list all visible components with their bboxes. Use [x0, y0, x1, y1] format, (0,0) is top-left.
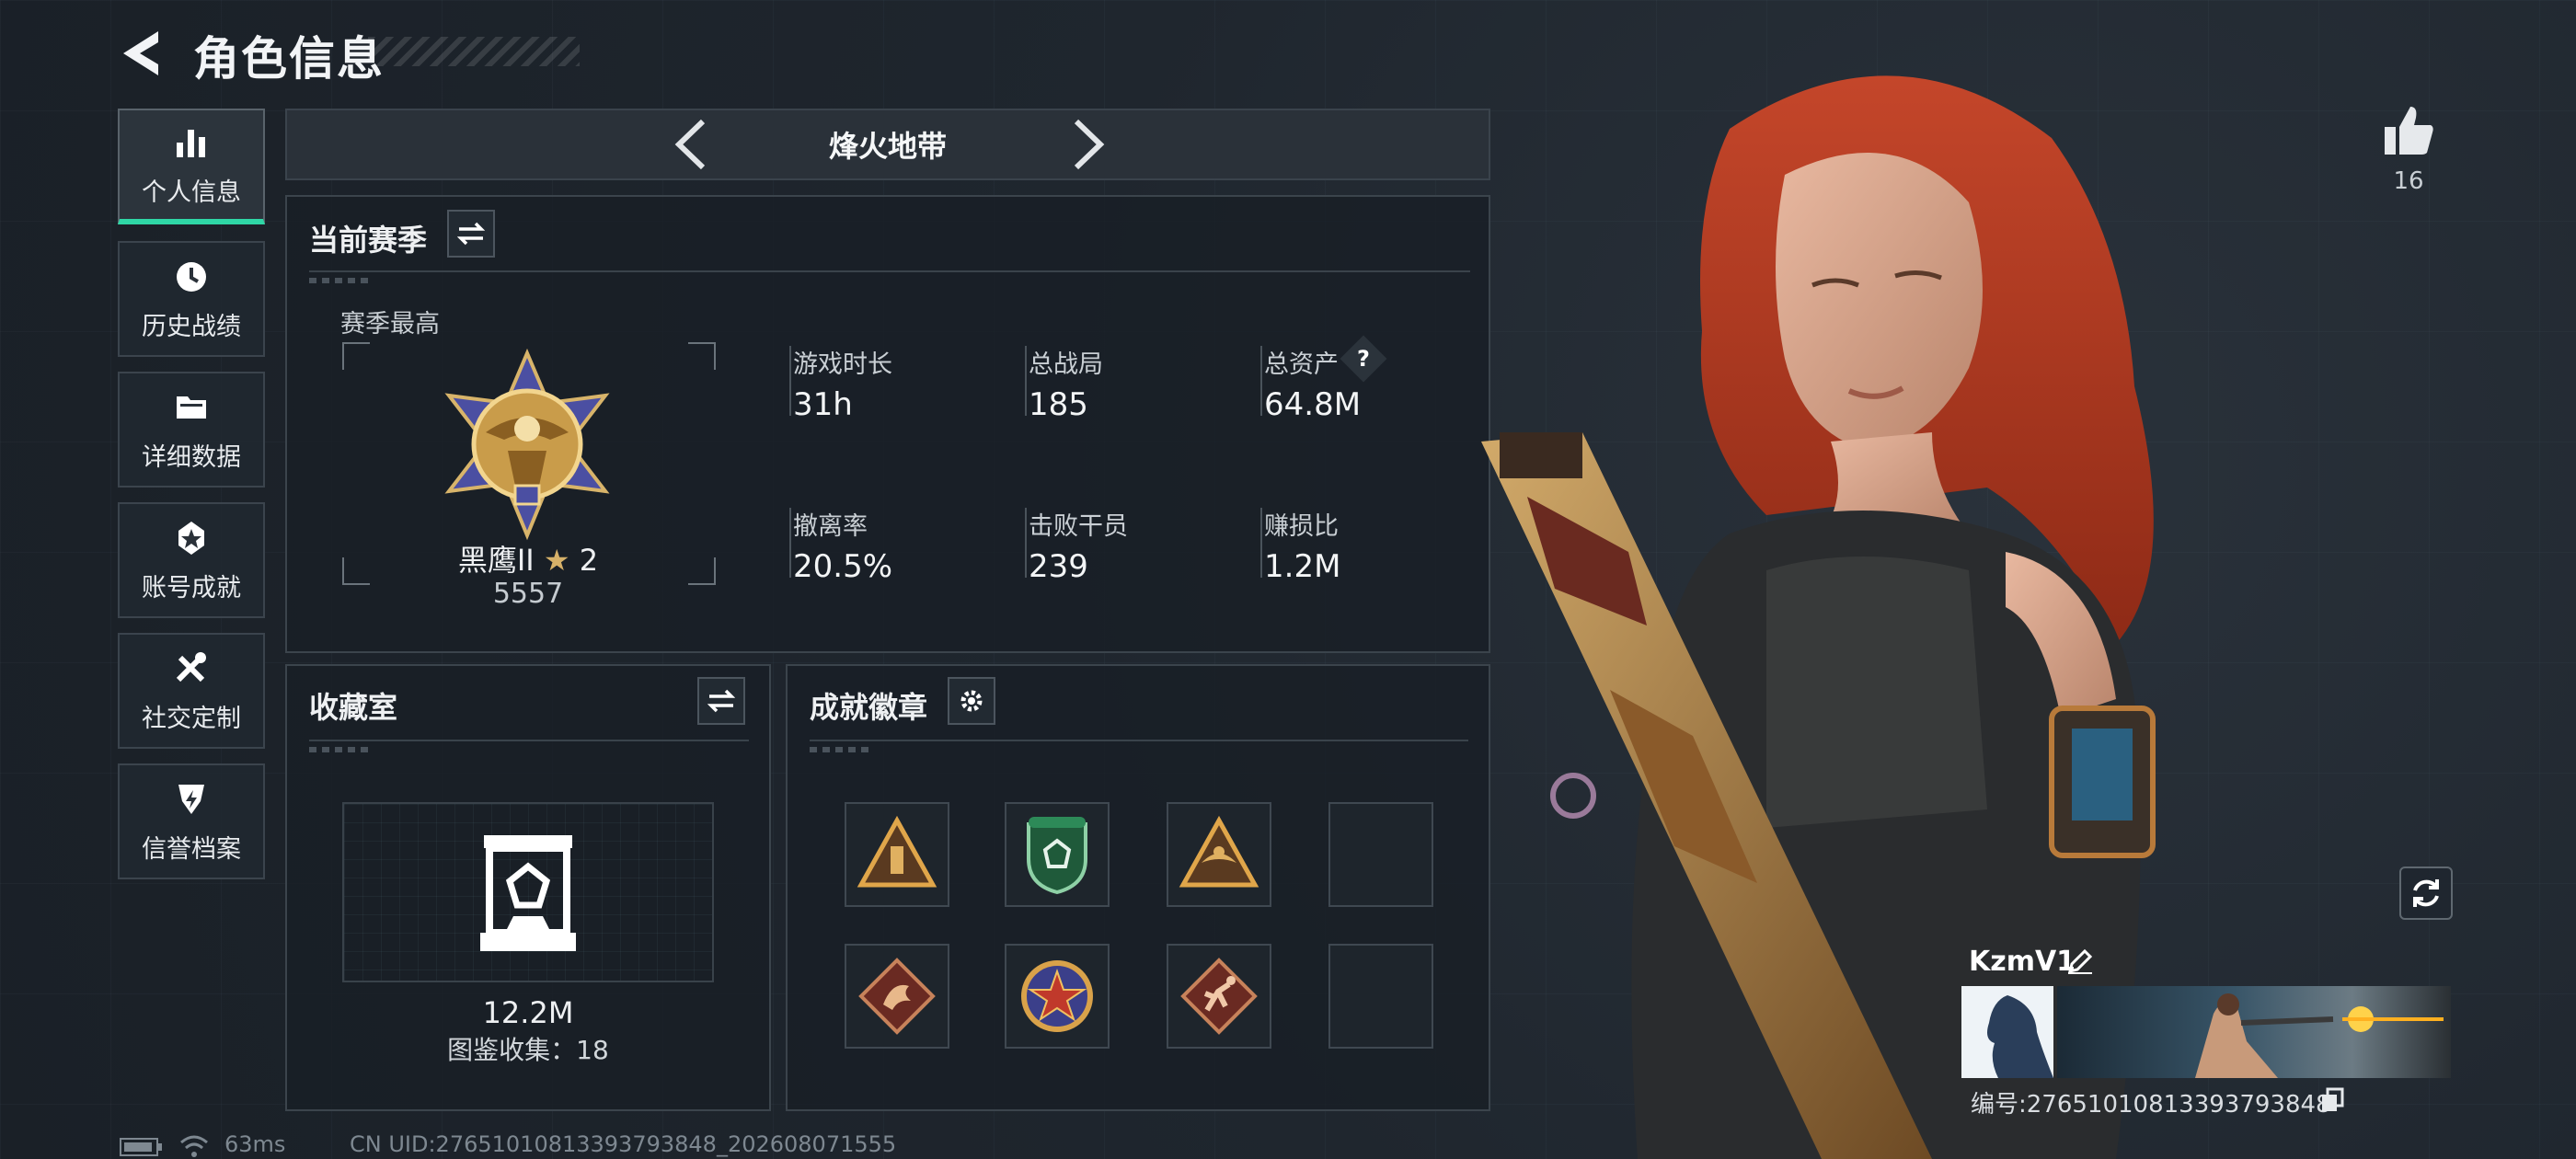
collection-divider	[309, 740, 749, 741]
mode-selector-label: 烽火地带	[828, 129, 947, 164]
player-name: KzmV1	[1969, 946, 2076, 978]
sidebar-item-history[interactable]: 历史战绩	[118, 241, 265, 357]
frame-corner	[688, 342, 716, 370]
badge-slot-5[interactable]	[845, 944, 949, 1049]
stat-label-total-matches: 总战局	[1029, 350, 1103, 379]
sidebar-item-label: 历史战绩	[142, 312, 241, 341]
history-clock-icon	[177, 261, 206, 292]
bar-chart-icon	[177, 129, 205, 157]
folder-icon	[177, 396, 206, 419]
like-thumbs-up-icon[interactable]	[2379, 101, 2438, 160]
stat-separator	[1025, 508, 1027, 578]
page-title: 角色信息	[193, 32, 385, 86]
divider-marker	[309, 278, 374, 283]
season-switch-button[interactable]	[447, 210, 495, 258]
player-id: 编号:2765101081339379384​8	[1971, 1085, 2331, 1119]
sidebar-item-personal-info[interactable]: 个人信息	[118, 109, 265, 224]
gear-icon	[960, 690, 983, 712]
copy-icon[interactable]	[2320, 1087, 2344, 1113]
prev-mode-chevron-left-icon[interactable]	[664, 116, 719, 173]
sidebar-item-social[interactable]: 社交定制	[118, 633, 265, 749]
edit-name-pencil-icon[interactable]	[2066, 947, 2094, 975]
swap-arrows-icon	[707, 689, 735, 713]
tools-icon	[176, 651, 206, 682]
sidebar-item-label: 社交定制	[142, 704, 241, 733]
stat-label-playtime: 游戏时长	[793, 350, 892, 379]
back-arrow-icon[interactable]	[118, 28, 166, 79]
divider-marker	[810, 747, 874, 752]
triangle-eagle-badge-icon	[1179, 815, 1259, 888]
season-title: 当前赛季	[309, 223, 428, 258]
avatar-silhouette-icon	[1987, 995, 2053, 1078]
rank-name-row: 黑鹰II ★ 2	[342, 537, 714, 580]
achievements-settings-button[interactable]	[948, 677, 995, 725]
achievements-title: 成就徽章	[810, 690, 928, 725]
sidebar-item-credit[interactable]: 信誉档案	[118, 763, 265, 879]
refresh-button[interactable]	[2399, 866, 2453, 920]
stat-label-extract-rate: 撤离率	[793, 512, 868, 541]
help-question-icon: ?	[1357, 346, 1370, 372]
stat-value-extract-rate: 20.5%	[793, 548, 893, 585]
badge-slot-7[interactable]	[1167, 944, 1271, 1049]
collection-value: 12.2M	[482, 995, 574, 1030]
uid-text: CN UID:27651010813393793848_202608071555	[350, 1131, 897, 1157]
player-id-text: 编号:2765101081339379384​8	[1971, 1091, 2331, 1119]
sidebar-item-detailed-data[interactable]: 详细数据	[118, 372, 265, 488]
stat-value-total-matches: 185	[1029, 386, 1088, 423]
dragon-diamond-badge-icon	[858, 958, 936, 1035]
stat-value-playtime: 31h	[793, 386, 853, 423]
stat-separator	[789, 346, 791, 416]
stat-value-kills: 239	[1029, 548, 1088, 585]
divider-marker	[309, 747, 374, 752]
badge-slot-1[interactable]	[845, 802, 949, 907]
battery-icon	[120, 1138, 162, 1156]
player-avatar[interactable]	[1961, 986, 2053, 1078]
sidebar-item-label: 账号成就	[142, 573, 241, 602]
next-mode-chevron-right-icon[interactable]	[1060, 116, 1115, 173]
ping-text: 63ms	[224, 1131, 286, 1157]
stat-value-total-assets: 64.8M	[1264, 386, 1362, 423]
swap-arrows-icon	[457, 222, 485, 246]
player-banner[interactable]	[2057, 986, 2451, 1078]
banner-art-icon	[2195, 993, 2444, 1078]
stat-separator	[1260, 346, 1262, 416]
rank-score: 5557	[492, 578, 564, 610]
display-case-icon	[480, 835, 576, 951]
stat-separator	[1260, 508, 1262, 578]
stat-label-total-assets: 总资产	[1264, 350, 1339, 379]
badge-slot-6[interactable]	[1005, 944, 1110, 1049]
stat-separator	[1025, 346, 1027, 416]
triangle-ammo-badge-icon	[857, 815, 937, 888]
season-best-label: 赛季最高	[340, 310, 440, 339]
achievements-divider	[810, 740, 1468, 741]
rank-stars: 2	[579, 543, 599, 578]
runner-diamond-badge-icon	[1180, 958, 1258, 1035]
rank-star-icon: ★	[543, 543, 570, 578]
rank-name: 黑鹰II	[457, 543, 535, 578]
refresh-icon	[2413, 879, 2439, 907]
collection-count: 图鉴收集：18	[447, 1035, 609, 1065]
credit-shield-icon	[178, 784, 204, 814]
wifi-icon	[180, 1135, 208, 1157]
green-shield-badge-icon	[1027, 817, 1087, 895]
frame-corner	[342, 342, 370, 370]
stat-separator	[789, 508, 791, 578]
stat-value-profit-ratio: 1.2M	[1264, 548, 1341, 585]
sidebar-item-label: 信誉档案	[142, 834, 241, 864]
stat-label-profit-ratio: 赚损比	[1264, 512, 1339, 541]
sidebar-item-label: 详细数据	[142, 442, 241, 472]
sidebar-item-achievements[interactable]: 账号成就	[118, 502, 265, 618]
sidebar-item-label: 个人信息	[142, 178, 241, 207]
title-decoration	[368, 37, 580, 66]
rank-black-hawk-emblem-icon	[444, 348, 610, 541]
star-medal-badge-icon	[1021, 960, 1093, 1032]
achievement-icon	[178, 521, 204, 555]
season-divider	[309, 270, 1470, 272]
badge-slot-3[interactable]	[1167, 802, 1271, 907]
badge-slot-2[interactable]	[1005, 802, 1110, 907]
like-count: 16	[2393, 167, 2424, 195]
stat-label-kills: 击败干员	[1029, 512, 1128, 541]
collection-title: 收藏室	[309, 690, 398, 725]
collection-switch-button[interactable]	[697, 677, 745, 725]
